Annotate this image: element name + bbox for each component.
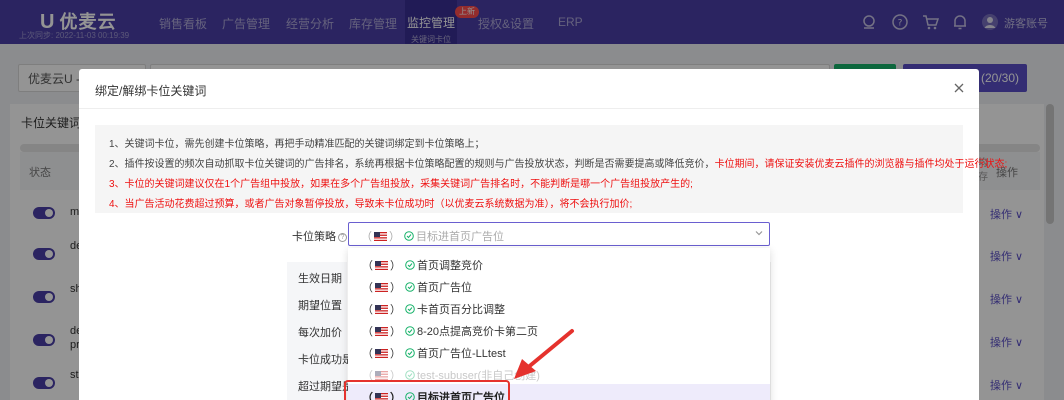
success-label: 卡位成功是 <box>298 354 353 366</box>
notice-line-4: 4、当广告活动花费超过预算，或者广告对象暂停投放，导致未卡位成功时（以优麦云系统… <box>109 195 632 210</box>
notice-line-2: 2、插件按设置的频次自动抓取卡位关键词的广告排名，系统再根据卡位策略配置的规则与… <box>109 155 1007 170</box>
option-label: 首页广告位-LLtest <box>417 348 506 360</box>
paren-close: ） <box>390 326 401 338</box>
notice-text-warning: 3、卡位的关键词建议仅在1个广告组中投放，如果在多个广告组投放，采集关键词广告排… <box>109 179 693 190</box>
notice-text: 1、关键词卡位，需先创建卡位策略，再把手动精准匹配的关键词绑定到卡位策略上； <box>109 139 485 150</box>
notice-text-warning: 4、当广告活动花费超过预算，或者广告对象暂停投放，导致未卡位成功时（以优麦云系统… <box>109 199 633 210</box>
expected-position-label: 期望位置 <box>298 300 342 312</box>
notice-line-3: 3、卡位的关键词建议仅在1个广告组中投放，如果在多个广告组投放，采集关键词广告排… <box>109 175 693 190</box>
us-flag-icon <box>375 327 388 336</box>
paren-open: （ <box>361 231 372 243</box>
check-circle-icon <box>405 348 415 358</box>
highlight-box <box>344 380 510 400</box>
strategy-option[interactable]: （ ） 首页广告位-LLtest <box>362 345 506 361</box>
close-icon[interactable] <box>952 81 966 95</box>
effective-date-label: 生效日期 <box>298 273 342 285</box>
selected-strategy-text: 目标进首页广告位 <box>416 231 504 243</box>
us-flag-icon <box>375 305 388 314</box>
us-flag-icon <box>375 283 388 292</box>
us-flag-icon <box>375 371 388 380</box>
paren-close: ） <box>390 282 401 294</box>
us-flag-icon <box>375 349 388 358</box>
bid-increment-label: 每次加价 <box>298 327 342 339</box>
option-label: 首页广告位 <box>417 282 472 294</box>
check-circle-icon <box>405 326 415 336</box>
paren-close: ） <box>390 260 401 272</box>
chevron-down-icon <box>753 227 765 239</box>
strategy-option[interactable]: （ ） 首页调整竞价 <box>362 257 483 273</box>
check-circle-icon <box>405 370 415 380</box>
red-arrow-icon <box>514 329 574 379</box>
modal-title: 绑定/解绑卡位关键词 <box>95 84 207 98</box>
paren-close: ） <box>390 304 401 316</box>
paren-open: （ <box>362 260 373 272</box>
notice-line-1: 1、关键词卡位，需先创建卡位策略，再把手动精准匹配的关键词绑定到卡位策略上； <box>109 135 485 150</box>
us-flag-icon <box>374 232 387 241</box>
notice-box: 1、关键词卡位，需先创建卡位策略，再把手动精准匹配的关键词绑定到卡位策略上； 2… <box>95 125 1007 213</box>
strategy-select[interactable]: （ ） 目标进首页广告位 <box>348 222 770 246</box>
modal-header: 绑定/解绑卡位关键词 <box>79 69 979 109</box>
us-flag-icon <box>375 261 388 270</box>
paren-open: （ <box>362 304 373 316</box>
strategy-option[interactable]: （ ） 首页广告位 <box>362 279 472 295</box>
paren-open: （ <box>362 326 373 338</box>
notice-text-warning: 卡位期间，请保证安装优麦云插件的浏览器与插件均处于运行状态; <box>714 159 1008 170</box>
check-circle-icon <box>404 231 414 241</box>
paren-open: （ <box>362 282 373 294</box>
check-circle-icon <box>405 304 415 314</box>
check-circle-icon <box>405 282 415 292</box>
question-icon[interactable]: ? <box>338 233 347 242</box>
strategy-label: 卡位策略? <box>292 228 347 244</box>
notice-text: 2、插件按设置的频次自动抓取卡位关键词的广告排名，系统再根据卡位策略配置的规则与… <box>109 159 715 170</box>
form-value-column <box>770 262 960 400</box>
strategy-select-value: （ ） 目标进首页广告位 <box>361 228 504 244</box>
option-label: 卡首页百分比调整 <box>417 304 505 316</box>
strategy-label-text: 卡位策略 <box>292 231 336 243</box>
paren-close: ） <box>389 231 400 243</box>
check-circle-icon <box>405 260 415 270</box>
paren-open: （ <box>362 348 373 360</box>
paren-close: ） <box>390 348 401 360</box>
strategy-option[interactable]: （ ） 卡首页百分比调整 <box>362 301 505 317</box>
option-label: 首页调整竞价 <box>417 260 483 272</box>
